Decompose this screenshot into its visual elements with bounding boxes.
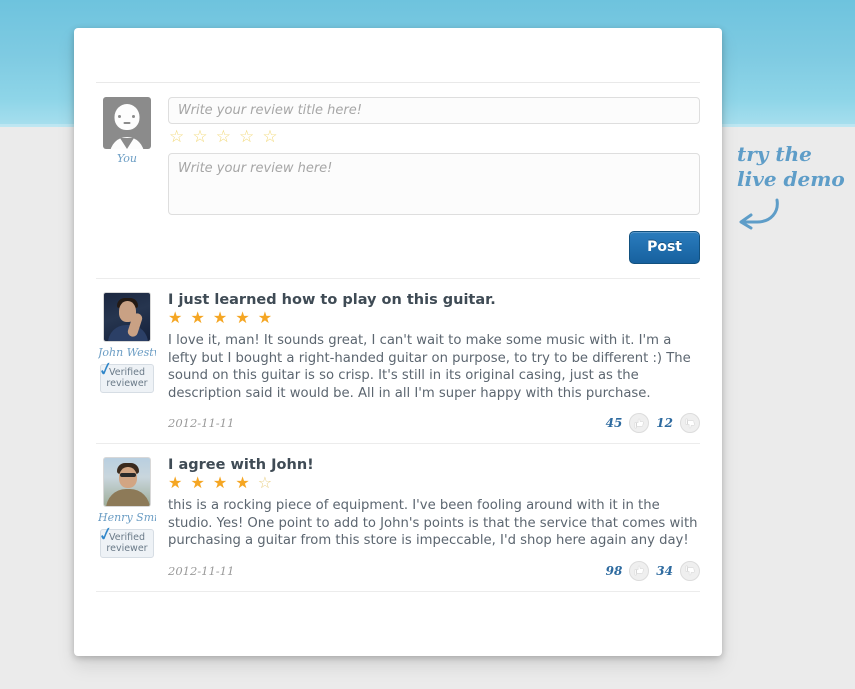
review-widget-card: You ☆ ☆ ☆ ☆ ☆ Post John Westwo bbox=[74, 28, 722, 656]
star-filled-1: ★ bbox=[168, 308, 184, 327]
review-date: 2012-11-11 bbox=[168, 563, 235, 578]
star-empty-5: ☆ bbox=[257, 473, 274, 492]
downvote-count: 34 bbox=[656, 563, 673, 578]
star-5[interactable]: ☆ bbox=[262, 129, 278, 146]
rating-star-picker[interactable]: ☆ ☆ ☆ ☆ ☆ bbox=[168, 124, 700, 153]
star-filled-3: ★ bbox=[212, 308, 229, 327]
star-3[interactable]: ☆ bbox=[216, 129, 232, 146]
thumbs-down-icon[interactable] bbox=[680, 413, 700, 433]
write-review-fields: ☆ ☆ ☆ ☆ ☆ bbox=[158, 97, 700, 215]
current-user-label: You bbox=[116, 152, 137, 165]
review-footer: 2012-11-11 98 34 bbox=[168, 550, 700, 591]
avatar-mouth bbox=[123, 122, 131, 124]
write-review-form: You ☆ ☆ ☆ ☆ ☆ bbox=[74, 83, 722, 215]
star-filled-4: ★ bbox=[235, 308, 251, 327]
user-placeholder-avatar bbox=[103, 97, 151, 149]
bottom-divider bbox=[96, 590, 700, 592]
star-2[interactable]: ☆ bbox=[192, 129, 208, 146]
review-footer: 2012-11-11 45 12 bbox=[168, 402, 700, 443]
review-content: I just learned how to play on this guita… bbox=[158, 292, 700, 443]
avatar-eye-right bbox=[132, 115, 135, 118]
star-filled-4: ★ bbox=[235, 473, 251, 492]
star-filled-1: ★ bbox=[168, 473, 184, 492]
review-body: this is a rocking piece of equipment. I'… bbox=[168, 498, 698, 548]
review-title: I just learned how to play on this guita… bbox=[168, 292, 496, 308]
thumbs-up-icon[interactable] bbox=[629, 560, 650, 581]
review-body-input[interactable] bbox=[168, 153, 700, 215]
annotation-line-1: try the bbox=[737, 142, 812, 166]
upvote-count: 98 bbox=[605, 563, 623, 578]
curved-arrow-left-icon bbox=[733, 196, 781, 234]
review-content: I agree with John! ★ ★ ★ ★ ☆ this is a r… bbox=[158, 457, 700, 591]
star-filled-2: ★ bbox=[190, 308, 206, 327]
post-button-row: Post bbox=[74, 215, 722, 278]
review-body: I love it, man! It sounds great, I can't… bbox=[168, 333, 691, 401]
review-title-input[interactable] bbox=[168, 97, 700, 124]
avatar-shoulder bbox=[106, 489, 150, 506]
post-button[interactable]: Post bbox=[629, 231, 700, 264]
avatar bbox=[103, 292, 151, 342]
annotation-line-2: live demo bbox=[737, 167, 845, 191]
star-filled-2: ★ bbox=[190, 473, 206, 492]
thumbs-down-icon[interactable] bbox=[680, 560, 700, 581]
review-item: Henry Smith ✓ Verified reviewer I agree … bbox=[74, 444, 722, 591]
avatar-sunglasses bbox=[120, 473, 136, 477]
status-badge: ✓ Verified reviewer bbox=[96, 357, 154, 393]
star-filled-3: ★ bbox=[212, 473, 229, 492]
vote-controls: 45 12 bbox=[606, 413, 700, 433]
star-4[interactable]: ☆ bbox=[239, 129, 255, 146]
write-review-author-column: You bbox=[96, 97, 158, 215]
avatar-eye-left bbox=[118, 115, 121, 118]
avatar bbox=[103, 457, 151, 507]
review-title: I agree with John! bbox=[168, 457, 314, 473]
star-filled-5: ★ bbox=[257, 308, 274, 327]
avatar-face bbox=[119, 467, 137, 488]
thumbs-up-icon[interactable] bbox=[629, 413, 650, 433]
review-author-column: John Westwood ✓ Verified reviewer bbox=[96, 292, 158, 443]
review-date: 2012-11-11 bbox=[168, 416, 235, 430]
vote-controls: 98 34 bbox=[605, 560, 700, 581]
status-badge: ✓ Verified reviewer bbox=[96, 522, 154, 558]
card-header bbox=[74, 28, 722, 82]
review-author-column: Henry Smith ✓ Verified reviewer bbox=[96, 457, 158, 591]
upvote-count: 45 bbox=[605, 416, 623, 430]
review-item: John Westwood ✓ Verified reviewer I just… bbox=[74, 279, 722, 443]
avatar-collar bbox=[120, 138, 134, 149]
review-rating: ★ ★ ★ ★ ☆ bbox=[168, 475, 700, 491]
star-1[interactable]: ☆ bbox=[169, 129, 185, 146]
live-demo-annotation: try the live demo bbox=[737, 142, 845, 192]
downvote-count: 12 bbox=[656, 416, 673, 430]
review-rating: ★ ★ ★ ★ ★ bbox=[168, 310, 700, 326]
